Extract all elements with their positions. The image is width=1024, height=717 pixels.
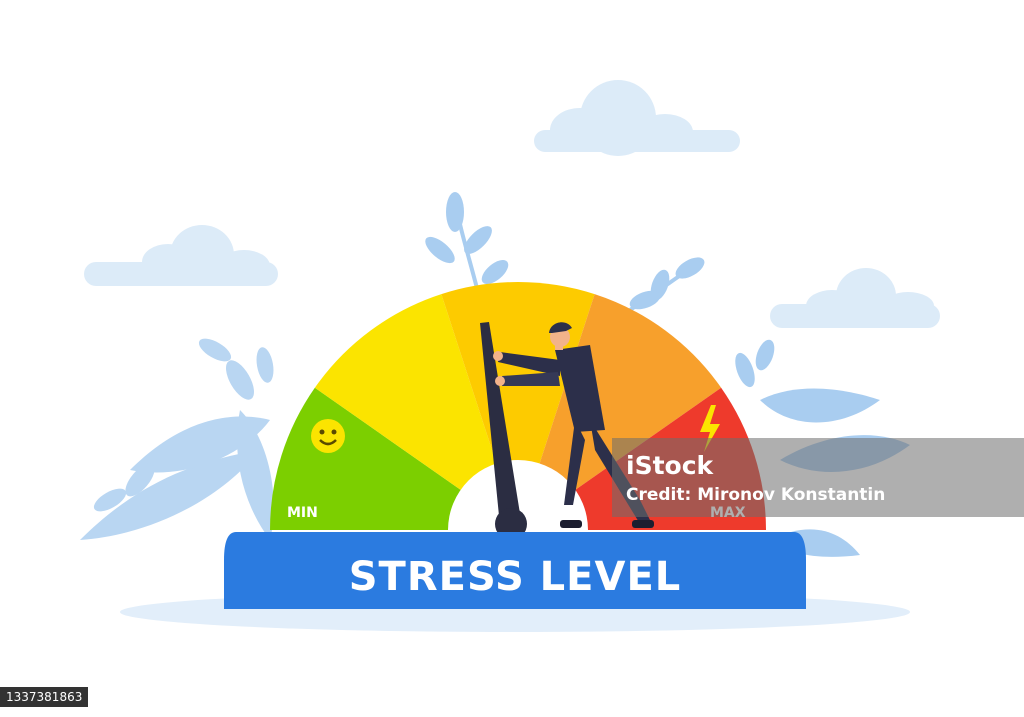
image-id-badge: 1337381863: [0, 687, 89, 707]
cloud-right: [770, 268, 940, 328]
illustration: MIN MAX: [80, 80, 940, 632]
cloud-left: [84, 225, 278, 286]
watermark-brand: iStock: [626, 451, 714, 480]
cloud-top: [534, 80, 740, 156]
banner-title: STRESS LEVEL: [348, 554, 682, 600]
gauge-min-label: MIN: [287, 505, 318, 521]
smiley-face-icon: [311, 419, 345, 453]
watermark-credit: Credit: Mironov Konstantin: [626, 485, 886, 505]
leaves-left: [80, 338, 274, 540]
